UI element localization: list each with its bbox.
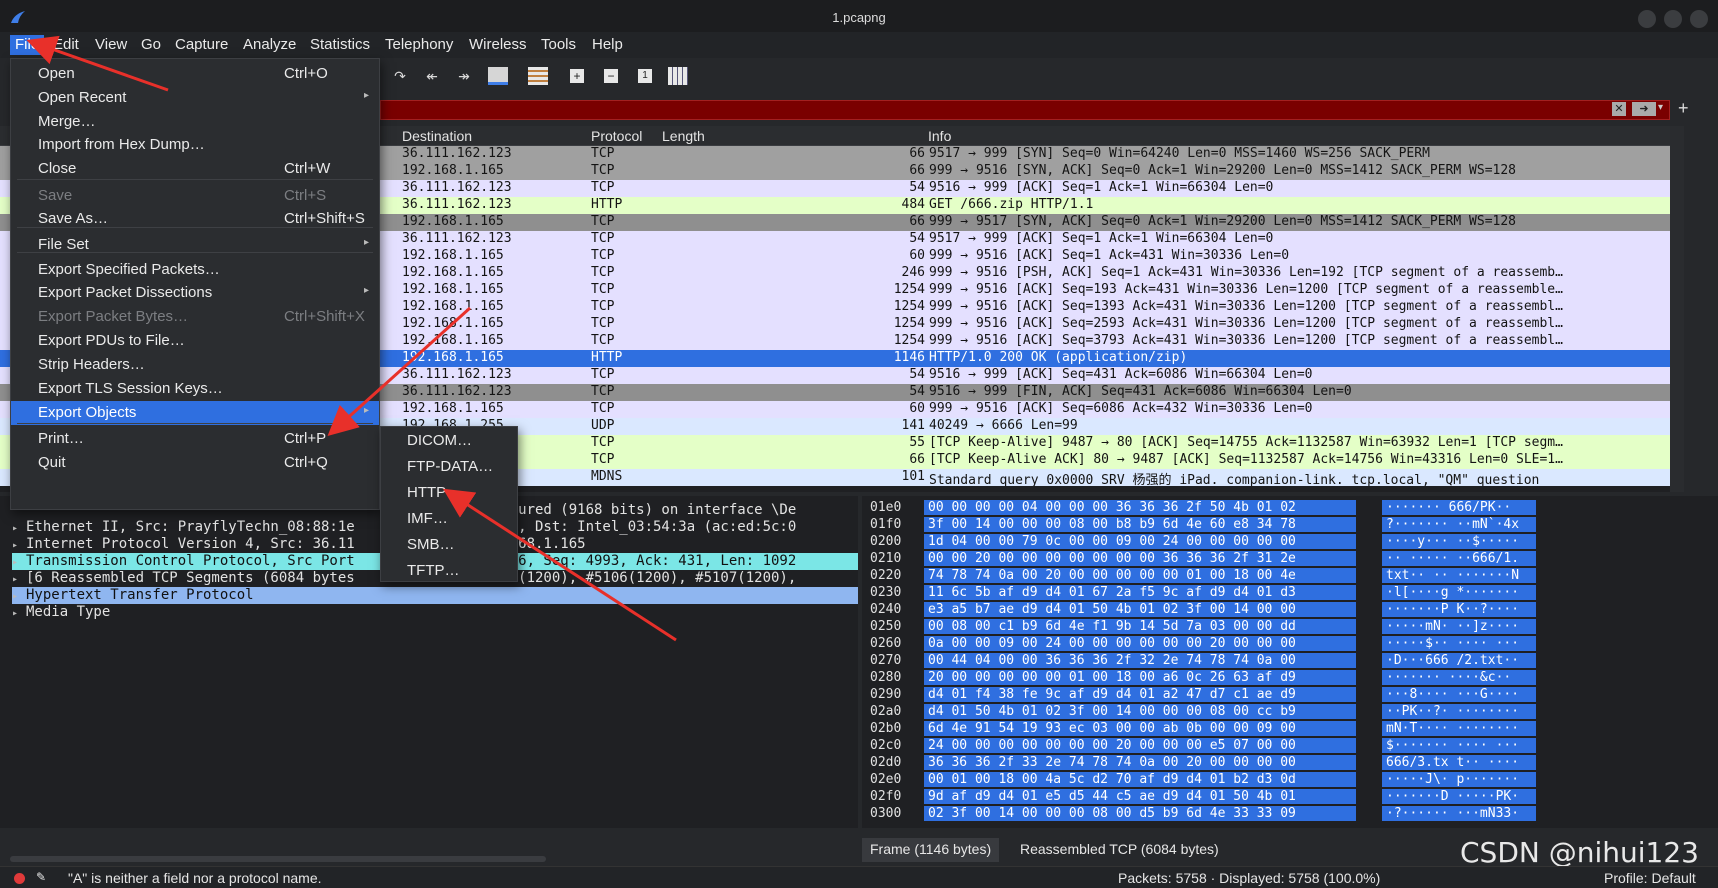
arrow-to-export-objects (327, 306, 472, 437)
arrow-to-file-menu (26, 35, 169, 92)
arrow-to-http (442, 488, 677, 642)
annotation-arrows (26, 35, 677, 642)
